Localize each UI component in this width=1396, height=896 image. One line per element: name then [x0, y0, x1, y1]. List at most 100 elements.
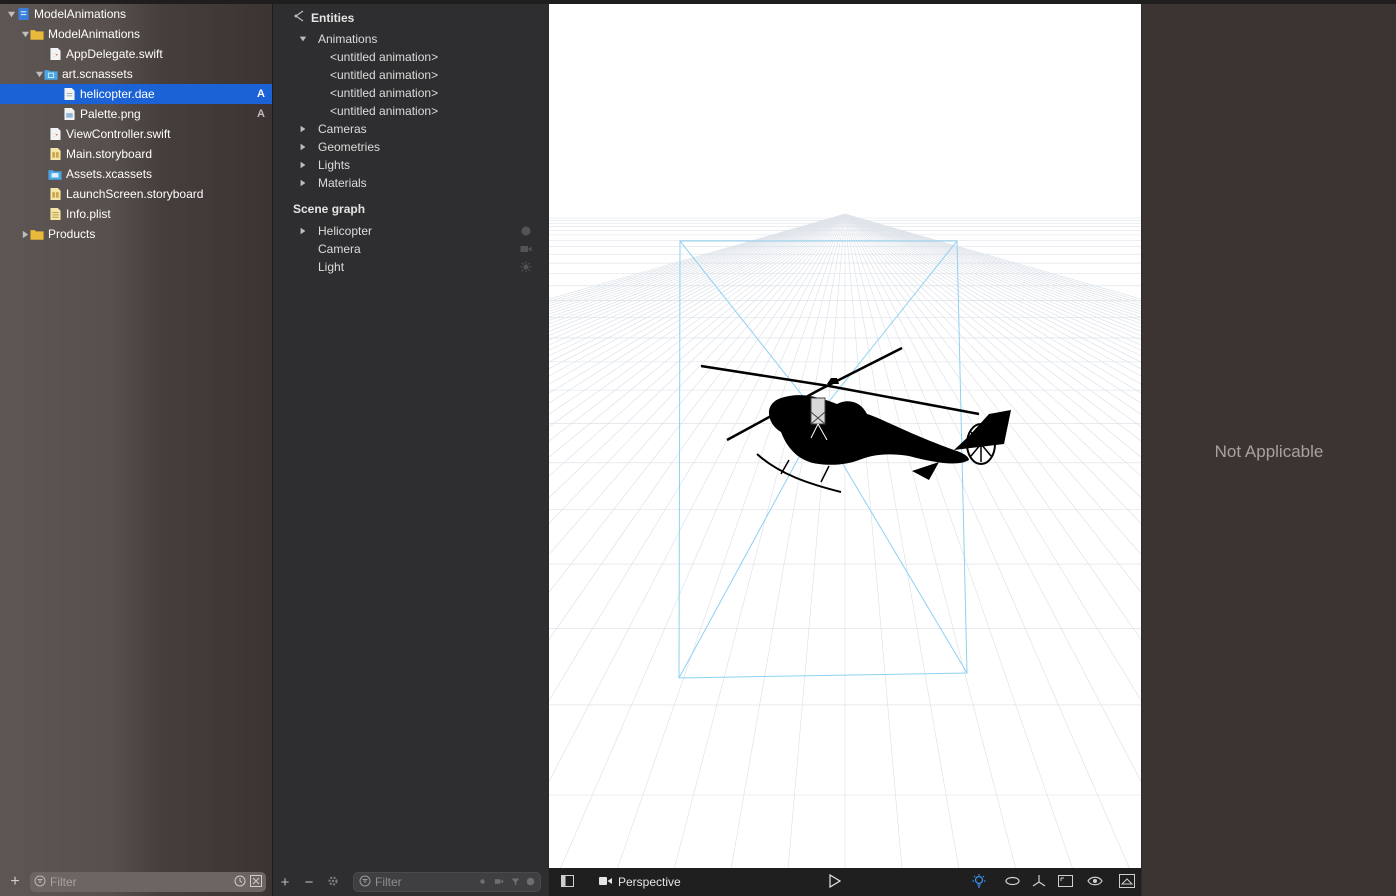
scm-filter-icon[interactable]: [250, 874, 262, 890]
scene-editor-toolbar: Perspective: [549, 868, 1141, 896]
camera-filter-icon[interactable]: [493, 875, 505, 889]
image-file-icon: [62, 107, 76, 121]
outline-row-label: Cameras: [318, 122, 367, 136]
remove-node-button[interactable]: −: [297, 874, 321, 891]
nav-item-art-scnassets[interactable]: art.scnassets: [0, 64, 272, 84]
scene-node-camera[interactable]: Camera: [297, 240, 542, 258]
nav-item-label: ModelAnimations: [34, 7, 127, 21]
scene-node-helicopter[interactable]: Helicopter: [297, 222, 542, 240]
entities-header: Entities: [293, 10, 354, 25]
scene-viewport[interactable]: [549, 4, 1141, 868]
navigator-filter-field[interactable]: Filter: [30, 872, 266, 892]
nav-item-viewcontroller[interactable]: ViewController.swift: [0, 124, 272, 144]
animation-item[interactable]: <untitled animation>: [330, 48, 438, 66]
outline-animations-group[interactable]: Animations: [297, 30, 377, 48]
scm-added-badge: A: [257, 88, 265, 100]
sidebar-toggle-icon[interactable]: [561, 874, 574, 890]
visibility-eye-icon[interactable]: [1087, 875, 1103, 890]
project-navigator: ModelAnimations ModelAnimations AppDeleg…: [0, 4, 273, 896]
nav-item-label: ViewController.swift: [66, 127, 171, 141]
nav-item-label: Assets.xcassets: [66, 167, 153, 181]
nav-item-label: Products: [48, 227, 96, 241]
scene-node-light[interactable]: Light: [297, 258, 542, 276]
disclosure-collapsed-icon[interactable]: [297, 179, 309, 187]
plist-file-icon: [48, 207, 62, 221]
nav-item-palette-png[interactable]: Palette.png A: [0, 104, 272, 124]
swift-file-icon: [48, 127, 62, 141]
camera-icon[interactable]: [599, 875, 612, 889]
disclosure-collapsed-icon[interactable]: [297, 125, 309, 133]
viewport-frame-icon[interactable]: [1057, 874, 1073, 890]
nav-item-label: AppDelegate.swift: [66, 47, 163, 61]
animation-item[interactable]: <untitled animation>: [330, 66, 438, 84]
nav-item-assets-xcassets[interactable]: Assets.xcassets: [0, 164, 272, 184]
node-label: Light: [318, 260, 345, 274]
animation-label: <untitled animation>: [330, 104, 439, 118]
recent-files-icon[interactable]: [234, 875, 246, 890]
particle-filter-icon[interactable]: [526, 875, 535, 889]
disclosure-expanded-icon[interactable]: [6, 4, 16, 24]
filter-icon: [359, 875, 371, 890]
light-node-icon: [520, 261, 532, 273]
project-icon: [16, 7, 30, 21]
nav-item-label: helicopter.dae: [80, 87, 155, 101]
outline-row-label: Materials: [318, 176, 367, 190]
outline-cameras-group[interactable]: Cameras: [297, 120, 367, 138]
filter-placeholder: Filter: [50, 875, 77, 889]
outline-filter-field[interactable]: Filter: [353, 872, 541, 892]
nav-item-main-storyboard[interactable]: Main.storyboard: [0, 144, 272, 164]
entities-icon: [293, 10, 305, 25]
entities-title: Entities: [311, 10, 355, 25]
animation-label: <untitled animation>: [330, 50, 439, 64]
animation-item[interactable]: <untitled animation>: [330, 84, 438, 102]
inspector-toggle-icon[interactable]: [1118, 873, 1135, 891]
outline-materials-group[interactable]: Materials: [297, 174, 367, 192]
disclosure-expanded-icon[interactable]: [297, 35, 309, 43]
play-icon[interactable]: [829, 873, 841, 891]
folder-icon: [30, 27, 44, 41]
animation-label: <untitled animation>: [330, 86, 439, 100]
disclosure-collapsed-icon[interactable]: [20, 224, 30, 244]
filter-placeholder: Filter: [375, 875, 402, 889]
nav-item-label: Info.plist: [66, 207, 111, 221]
nav-item-launchscreen[interactable]: LaunchScreen.storyboard: [0, 184, 272, 204]
dae-file-icon: [62, 87, 76, 101]
disclosure-collapsed-icon[interactable]: [297, 161, 309, 169]
gear-icon[interactable]: [321, 875, 345, 890]
scm-added-badge: A: [257, 108, 265, 120]
point-of-view-label[interactable]: Perspective: [618, 875, 681, 889]
animation-label: <untitled animation>: [330, 68, 439, 82]
nav-item-helicopter-dae[interactable]: helicopter.dae A: [0, 84, 272, 104]
outline-lights-group[interactable]: Lights: [297, 156, 350, 174]
outline-geometries-group[interactable]: Geometries: [297, 138, 380, 156]
helicopter-model: [700, 346, 1011, 493]
nav-item-group-modelanimations[interactable]: ModelAnimations: [0, 24, 272, 44]
folder-icon: [30, 227, 44, 241]
rotation-icon[interactable]: [1005, 875, 1020, 889]
geometry-filter-icon[interactable]: [511, 875, 520, 889]
nav-item-products[interactable]: Products: [0, 224, 272, 244]
axes-icon[interactable]: [1032, 874, 1046, 891]
animation-item[interactable]: <untitled animation>: [330, 102, 438, 120]
disclosure-expanded-icon[interactable]: [34, 64, 44, 84]
scene-render: [549, 4, 1141, 868]
lighting-toggle-icon[interactable]: [971, 873, 987, 892]
add-file-button[interactable]: +: [0, 873, 30, 891]
outline-row-label: Geometries: [318, 140, 381, 154]
storyboard-file-icon: [48, 187, 62, 201]
nav-item-label: ModelAnimations: [48, 27, 141, 41]
outline-row-label: Animations: [318, 32, 378, 46]
disclosure-collapsed-icon[interactable]: [297, 227, 309, 235]
geometry-node-icon: [521, 226, 531, 236]
nav-item-project[interactable]: ModelAnimations: [0, 4, 272, 24]
scene-outline: Entities Animations <untitled animation>…: [273, 4, 548, 896]
nav-item-appdelegate[interactable]: AppDelegate.swift: [0, 44, 272, 64]
light-filter-icon[interactable]: [478, 875, 487, 889]
disclosure-collapsed-icon[interactable]: [297, 143, 309, 151]
node-label: Camera: [318, 242, 361, 256]
add-node-button[interactable]: +: [273, 874, 297, 891]
nav-item-info-plist[interactable]: Info.plist: [0, 204, 272, 224]
floor-grid: [549, 213, 1141, 868]
nav-item-label: LaunchScreen.storyboard: [66, 187, 204, 201]
disclosure-expanded-icon[interactable]: [20, 24, 30, 44]
